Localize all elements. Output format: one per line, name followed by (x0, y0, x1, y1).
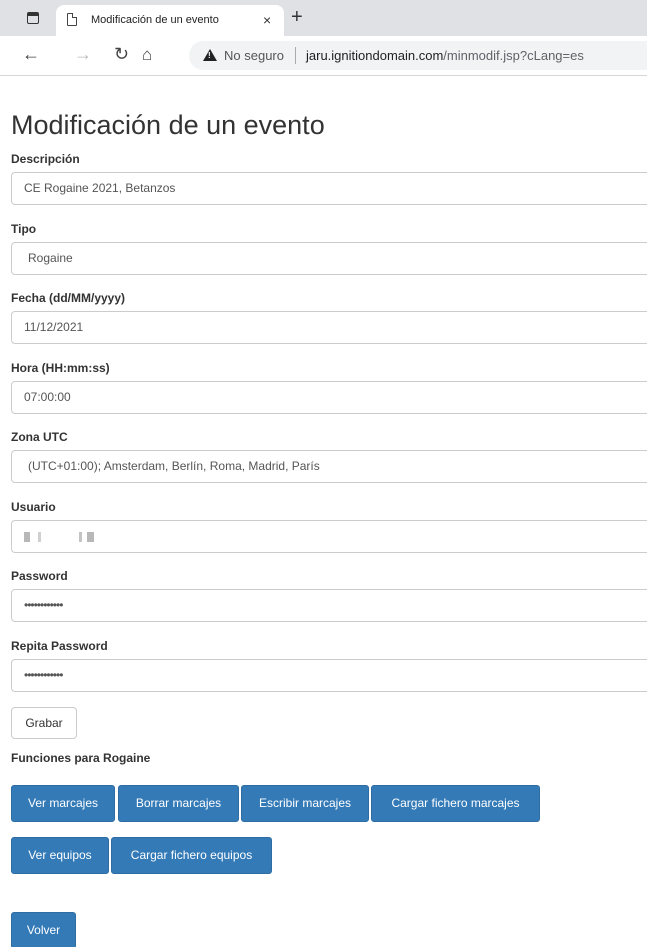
descripcion-label: Descripción (11, 152, 80, 166)
browser-tab-strip: Modificación de un evento × + (0, 0, 647, 36)
hora-label: Hora (HH:mm:ss) (11, 361, 110, 375)
redacted-username (24, 531, 99, 542)
page-title: Modificación de un evento (11, 110, 325, 140)
url-path: /minmodif.jsp?cLang=es (443, 48, 584, 63)
view-punches-button[interactable]: Ver marcajes (11, 785, 115, 822)
warning-icon[interactable] (203, 49, 217, 61)
zona-utc-select[interactable]: (UTC+01:00); Amsterdam, Berlín, Roma, Ma… (11, 450, 647, 483)
password-label: Password (11, 569, 68, 583)
repeat-password-label: Repita Password (11, 639, 108, 653)
browser-tab[interactable]: Modificación de un evento × (56, 5, 284, 36)
back-icon[interactable]: ← (22, 44, 40, 65)
tipo-select[interactable]: Rogaine (11, 242, 647, 275)
address-toolbar: ← → ↻ ⌂ No seguro jaru.ignitiondomain.co… (0, 36, 647, 76)
page-icon (67, 13, 77, 26)
zona-utc-label: Zona UTC (11, 430, 68, 444)
repeat-password-input[interactable]: •••••••••••• (11, 659, 647, 692)
password-input[interactable]: •••••••••••• (11, 589, 647, 622)
new-tab-icon[interactable]: + (291, 6, 303, 29)
upload-punches-file-button[interactable]: Cargar fichero marcajes (371, 785, 540, 822)
divider (295, 47, 296, 64)
window-menu-icon[interactable] (27, 12, 39, 24)
tipo-label: Tipo (11, 222, 37, 236)
save-button[interactable]: Grabar (11, 707, 77, 739)
close-tab-icon[interactable]: × (263, 12, 271, 28)
url-text[interactable]: jaru.ignitiondomain.com/minmodif.jsp?cLa… (306, 48, 584, 63)
address-bar[interactable]: No seguro jaru.ignitiondomain.com/minmod… (189, 41, 647, 70)
forward-icon[interactable]: → (74, 44, 92, 65)
url-host: jaru.ignitiondomain.com (306, 48, 444, 63)
delete-punches-button[interactable]: Borrar marcajes (118, 785, 239, 822)
home-icon[interactable]: ⌂ (142, 45, 152, 65)
reload-icon[interactable]: ↻ (114, 44, 129, 65)
descripcion-input[interactable]: CE Rogaine 2021, Betanzos (11, 172, 647, 205)
fecha-label: Fecha (dd/MM/yyyy) (11, 291, 126, 305)
usuario-label: Usuario (11, 500, 56, 514)
back-button[interactable]: Volver (11, 912, 76, 947)
hora-input[interactable]: 07:00:00 (11, 381, 647, 414)
write-punches-button[interactable]: Escribir marcajes (241, 785, 369, 822)
view-teams-button[interactable]: Ver equipos (11, 837, 109, 874)
upload-teams-file-button[interactable]: Cargar fichero equipos (111, 837, 272, 874)
fecha-input[interactable]: 11/12/2021 (11, 311, 647, 344)
security-label[interactable]: No seguro (224, 48, 284, 63)
usuario-input[interactable] (11, 520, 647, 553)
functions-heading: Funciones para Rogaine (11, 751, 151, 765)
tab-title: Modificación de un evento (91, 14, 219, 26)
